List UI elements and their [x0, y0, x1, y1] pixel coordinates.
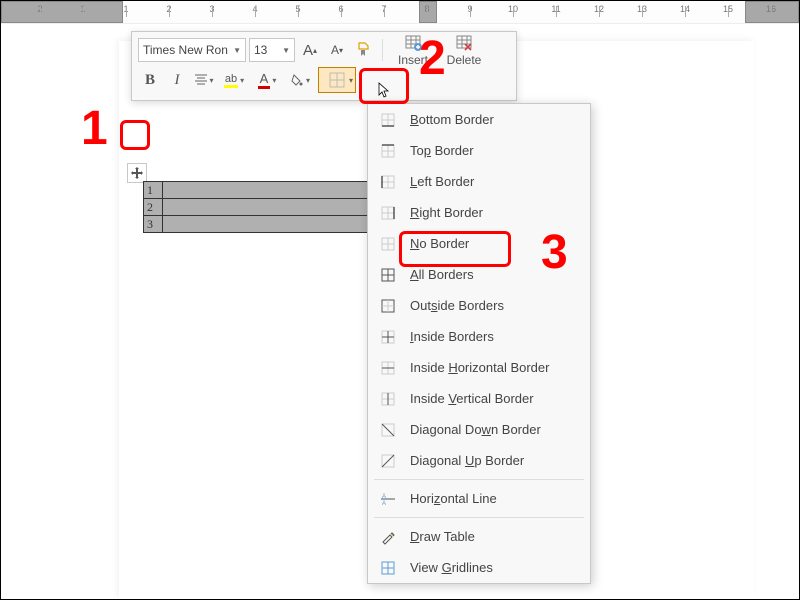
annotation-3-box: [399, 231, 511, 267]
border-left-icon: [376, 174, 400, 190]
menu-item-label: View Gridlines: [410, 560, 493, 575]
border-top-icon: [376, 143, 400, 159]
font-name-select[interactable]: Times New Ron ▼: [138, 38, 246, 62]
menu-item-label: Draw Table: [410, 529, 475, 544]
delete-label: Delete: [447, 53, 482, 67]
decrease-font-button[interactable]: A▾: [325, 38, 349, 62]
border-inside-icon: [376, 329, 400, 345]
shading-button[interactable]: ▾: [285, 68, 315, 92]
mini-toolbar: Times New Ron▼ 13▼ A▴ A▾ Insert Delete B…: [131, 31, 517, 101]
border-outside-icon: [376, 298, 400, 314]
format-painter-button[interactable]: [352, 38, 376, 62]
menu-item-draw[interactable]: Draw Table: [368, 521, 590, 552]
border-insideh-icon: [376, 360, 400, 376]
font-color-button[interactable]: A▾: [252, 68, 282, 92]
menu-item-outside[interactable]: Outside Borders: [368, 290, 590, 321]
font-size-select[interactable]: 13 ▼: [249, 38, 295, 62]
annotation-3: 3: [541, 225, 568, 280]
increase-font-button[interactable]: A▴: [298, 38, 322, 62]
menu-item-label: Outside Borders: [410, 298, 504, 313]
borders-dropdown-menu: Bottom Border Top Border Left Border Right …: [367, 103, 591, 584]
bold-button[interactable]: B: [138, 68, 162, 92]
borders-split-button[interactable]: ▾: [318, 67, 356, 93]
menu-item-top[interactable]: Top Border: [368, 135, 590, 166]
border-bottom-icon: [376, 112, 400, 128]
annotation-1: 1: [81, 101, 108, 156]
border-insidev-icon: [376, 391, 400, 407]
border-draw-icon: [376, 529, 400, 545]
menu-item-label: Inside Horizontal Border: [410, 360, 549, 375]
menu-item-label: Left Border: [410, 174, 474, 189]
align-button[interactable]: ▾: [192, 68, 216, 92]
menu-item-label: Inside Borders: [410, 329, 494, 344]
borders-icon: [329, 72, 345, 88]
font-name-value: Times New Ron: [143, 43, 228, 57]
annotation-2-box: [359, 68, 409, 104]
menu-item-gridlines[interactable]: View Gridlines: [368, 552, 590, 583]
menu-item-right[interactable]: Right Border: [368, 197, 590, 228]
chevron-down-icon: ▾: [349, 76, 353, 85]
menu-item-inside[interactable]: Inside Borders: [368, 321, 590, 352]
menu-item-label: Top Border: [410, 143, 474, 158]
italic-button[interactable]: I: [165, 68, 189, 92]
border-none-icon: [376, 236, 400, 252]
menu-item-hline[interactable]: AA Horizontal Line: [368, 483, 590, 514]
menu-item-insideh[interactable]: Inside Horizontal Border: [368, 352, 590, 383]
menu-item-label: Diagonal Up Border: [410, 453, 524, 468]
border-hline-icon: AA: [376, 491, 400, 507]
table-delete-button[interactable]: Delete: [440, 33, 488, 67]
table-cell[interactable]: 2: [144, 199, 163, 216]
border-gridlines-icon: [376, 560, 400, 576]
table-cell[interactable]: 3: [144, 216, 163, 233]
menu-item-label: Horizontal Line: [410, 491, 497, 506]
highlight-button[interactable]: ab▾: [219, 68, 249, 92]
chevron-down-icon: ▼: [233, 46, 241, 55]
menu-item-label: All Borders: [410, 267, 474, 282]
font-size-value: 13: [254, 43, 267, 57]
menu-item-insidev[interactable]: Inside Vertical Border: [368, 383, 590, 414]
table-move-handle[interactable]: [127, 163, 147, 183]
menu-item-label: Bottom Border: [410, 112, 494, 127]
menu-item-bottom[interactable]: Bottom Border: [368, 104, 590, 135]
border-diagdown-icon: [376, 422, 400, 438]
border-all-icon: [376, 267, 400, 283]
menu-item-diagup[interactable]: Diagonal Up Border: [368, 445, 590, 476]
annotation-1-box: [120, 120, 150, 150]
menu-item-label: Diagonal Down Border: [410, 422, 541, 437]
border-diagup-icon: [376, 453, 400, 469]
horizontal-ruler: 321123456789101112131415161718: [1, 1, 799, 24]
menu-item-diagdown[interactable]: Diagonal Down Border: [368, 414, 590, 445]
border-right-icon: [376, 205, 400, 221]
annotation-2: 2: [419, 31, 446, 86]
menu-item-label: Right Border: [410, 205, 483, 220]
table-cell[interactable]: 1: [144, 182, 163, 199]
menu-item-left[interactable]: Left Border: [368, 166, 590, 197]
chevron-down-icon: ▼: [282, 46, 290, 55]
svg-text:A: A: [382, 501, 386, 507]
menu-item-label: Inside Vertical Border: [410, 391, 534, 406]
